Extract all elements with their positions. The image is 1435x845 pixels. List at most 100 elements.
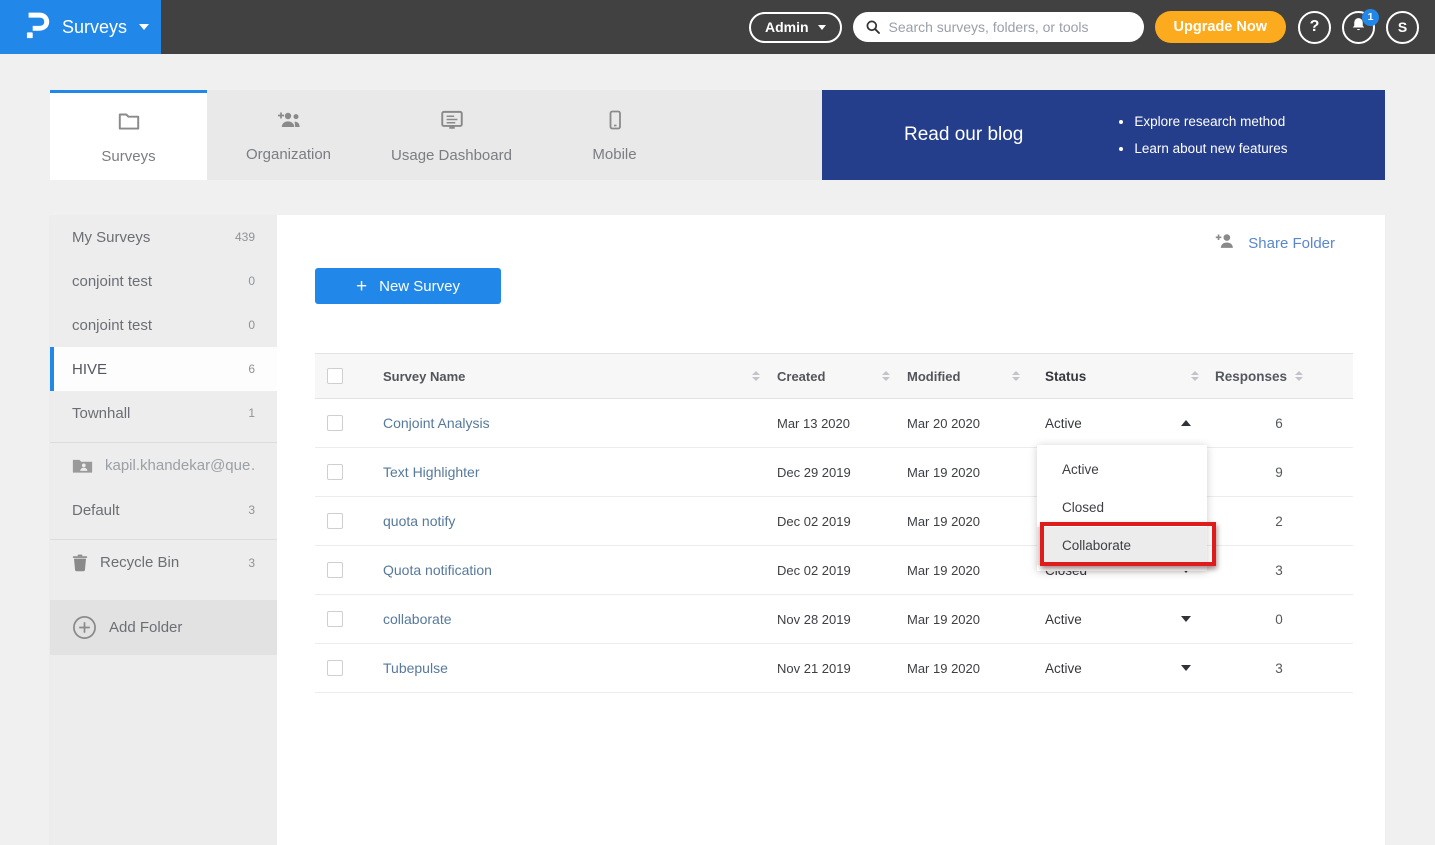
modified-date: Mar 20 2020 <box>895 416 1025 431</box>
created-date: Dec 29 2019 <box>765 465 895 480</box>
questionpro-logo-icon <box>22 9 50 46</box>
tab-mobile[interactable]: Mobile <box>533 90 696 180</box>
status-value: Active <box>1045 661 1082 676</box>
column-header-status[interactable]: Status <box>1045 369 1086 384</box>
upgrade-now-button[interactable]: Upgrade Now <box>1155 11 1286 43</box>
notifications-button[interactable]: 1 <box>1342 11 1375 44</box>
main-card: My Surveys439conjoint test0conjoint test… <box>50 215 1385 845</box>
sort-icon[interactable] <box>882 371 890 381</box>
sidebar-item-label: My Surveys <box>72 229 235 246</box>
banner-bullet-list: Explore research method Learn about new … <box>1118 108 1287 162</box>
survey-name-link[interactable]: Tubepulse <box>383 660 448 676</box>
status-value: Active <box>1045 416 1082 431</box>
modified-date: Mar 19 2020 <box>895 612 1025 627</box>
shared-folder-icon <box>72 457 93 475</box>
sidebar-item-label: HIVE <box>72 361 248 378</box>
top-bar: Surveys Admin Upgrade Now ? 1 S <box>0 0 1435 54</box>
status-dropdown-trigger[interactable]: Active <box>1025 416 1205 431</box>
help-button[interactable]: ? <box>1298 11 1331 44</box>
sort-icon[interactable] <box>1191 371 1199 381</box>
sidebar-item-my-surveys[interactable]: My Surveys439 <box>50 215 277 259</box>
sort-icon[interactable] <box>752 371 760 381</box>
survey-name-link[interactable]: Text Highlighter <box>383 464 480 480</box>
admin-menu-button[interactable]: Admin <box>749 12 842 43</box>
sidebar-item-count: 439 <box>235 230 255 244</box>
sort-icon[interactable] <box>1295 371 1303 381</box>
status-dropdown-trigger[interactable]: Active <box>1025 612 1205 627</box>
responses-count: 3 <box>1205 563 1353 578</box>
organization-icon <box>275 108 303 137</box>
status-dropdown-trigger[interactable]: Active <box>1025 661 1205 676</box>
search-input[interactable] <box>853 12 1144 42</box>
modified-date: Mar 19 2020 <box>895 661 1025 676</box>
row-checkbox[interactable] <box>327 415 343 431</box>
sidebar-item-count: 1 <box>248 406 255 420</box>
status-option-collaborate[interactable]: Collaborate <box>1037 527 1207 565</box>
responses-count: 6 <box>1205 416 1353 431</box>
tab-label: Mobile <box>592 146 636 163</box>
row-checkbox[interactable] <box>327 611 343 627</box>
survey-name-link[interactable]: Quota notification <box>383 562 492 578</box>
sidebar-item-count: 6 <box>248 362 255 376</box>
blog-banner[interactable]: Read our blog Explore research method Le… <box>822 90 1385 180</box>
sidebar-item-conjoint-test[interactable]: conjoint test0 <box>50 303 277 347</box>
status-value: Active <box>1045 612 1082 627</box>
row-checkbox[interactable] <box>327 562 343 578</box>
status-option-closed[interactable]: Closed <box>1037 489 1207 527</box>
survey-name-link[interactable]: collaborate <box>383 611 452 627</box>
trash-icon <box>72 554 88 572</box>
sidebar-item-add-folder[interactable]: Add Folder <box>50 600 277 655</box>
row-checkbox[interactable] <box>327 464 343 480</box>
share-folder-icon <box>1213 231 1237 255</box>
sidebar-item-count: 0 <box>248 274 255 288</box>
admin-menu-label: Admin <box>765 19 809 35</box>
select-all-checkbox[interactable] <box>327 368 343 384</box>
banner-bullet: Explore research method <box>1134 108 1287 135</box>
new-survey-button[interactable]: + New Survey <box>315 268 501 304</box>
row-checkbox[interactable] <box>327 513 343 529</box>
sidebar-item-label: conjoint test <box>72 317 248 334</box>
folder-icon <box>116 108 142 139</box>
column-header-survey-name[interactable]: Survey Name <box>383 369 465 384</box>
tab-surveys[interactable]: Surveys <box>50 90 207 180</box>
modified-date: Mar 19 2020 <box>895 563 1025 578</box>
status-caret-icon <box>1181 616 1191 622</box>
sidebar-item-label: Add Folder <box>109 619 255 636</box>
responses-count: 2 <box>1205 514 1353 529</box>
sidebar-item-default[interactable]: Default3 <box>50 488 277 532</box>
sidebar-item-recycle-bin[interactable]: Recycle Bin3 <box>50 539 277 585</box>
search-icon <box>865 19 881 40</box>
survey-name-link[interactable]: quota notify <box>383 513 455 529</box>
annotation-highlight-box <box>1040 522 1216 566</box>
column-header-created[interactable]: Created <box>777 369 825 384</box>
product-switcher[interactable]: Surveys <box>0 0 161 54</box>
usage-dashboard-icon <box>439 107 465 138</box>
sidebar-item-conjoint-test[interactable]: conjoint test0 <box>50 259 277 303</box>
modified-date: Mar 19 2020 <box>895 514 1025 529</box>
column-header-modified[interactable]: Modified <box>907 369 960 384</box>
row-checkbox[interactable] <box>327 660 343 676</box>
avatar[interactable]: S <box>1386 11 1419 44</box>
tab-usage-dashboard[interactable]: Usage Dashboard <box>370 90 533 180</box>
tab-organization[interactable]: Organization <box>207 90 370 180</box>
sidebar-item-townhall[interactable]: Townhall1 <box>50 391 277 435</box>
status-dropdown-menu: ActiveClosedCollaborate <box>1037 445 1207 571</box>
surveys-table: Survey Name Created Modified Status Resp… <box>315 353 1353 693</box>
column-header-responses[interactable]: Responses <box>1215 369 1287 384</box>
sidebar-item-hive[interactable]: HIVE6 <box>50 347 277 391</box>
tabs-filler <box>696 90 822 180</box>
share-folder-button[interactable]: Share Folder <box>277 215 1385 255</box>
sidebar-item-label: Recycle Bin <box>100 554 248 571</box>
created-date: Nov 21 2019 <box>765 661 895 676</box>
sort-icon[interactable] <box>1012 371 1020 381</box>
status-caret-icon <box>1181 665 1191 671</box>
sidebar-item-count: 3 <box>248 556 255 570</box>
banner-title: Read our blog <box>904 124 1023 146</box>
created-date: Dec 02 2019 <box>765 563 895 578</box>
sidebar-item-label: conjoint test <box>72 273 248 290</box>
sidebar-item-kapil-khandekar-que[interactable]: kapil.khandekar@que… <box>50 442 277 488</box>
new-survey-label: New Survey <box>379 278 460 295</box>
status-option-active[interactable]: Active <box>1037 451 1207 489</box>
survey-name-link[interactable]: Conjoint Analysis <box>383 415 490 431</box>
notification-badge: 1 <box>1362 9 1379 26</box>
